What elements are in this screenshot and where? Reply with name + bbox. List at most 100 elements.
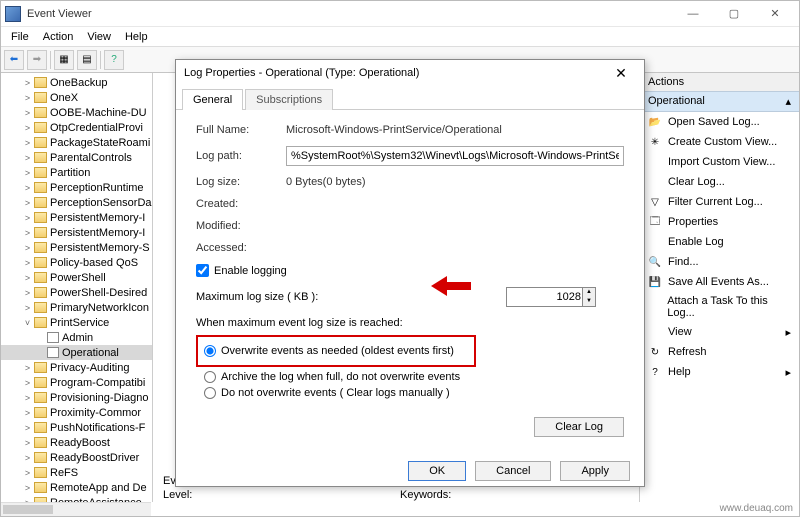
action-icon: 🗔 (648, 215, 662, 229)
menu-help[interactable]: Help (119, 29, 154, 45)
tree-item[interactable]: >PersistentMemory-S (1, 240, 152, 255)
tree-item[interactable]: >RemoteApp and De (1, 480, 152, 495)
collapse-icon[interactable]: ▴ (785, 95, 791, 108)
menu-view[interactable]: View (81, 29, 117, 45)
menu-action[interactable]: Action (37, 29, 80, 45)
enable-logging-label: Enable logging (214, 265, 287, 277)
action-item[interactable]: Clear Log... (640, 172, 799, 192)
tree-item[interactable]: >PackageStateRoami (1, 135, 152, 150)
dialog-title: Log Properties - Operational (Type: Oper… (184, 67, 606, 79)
window-title: Event Viewer (27, 8, 673, 20)
maximize-button[interactable]: ▢ (714, 4, 754, 24)
action-item[interactable]: View▸ (640, 322, 799, 342)
logsize-value: 0 Bytes(0 bytes) (286, 176, 624, 188)
forward-button[interactable]: ➡ (27, 50, 47, 70)
action-item[interactable]: Attach a Task To this Log... (640, 292, 799, 322)
logsize-label: Log size: (196, 176, 286, 188)
app-icon (5, 6, 21, 22)
tree-item[interactable]: >PowerShell (1, 270, 152, 285)
action-icon (648, 155, 662, 169)
tree-item[interactable]: >ReadyBoost (1, 435, 152, 450)
annotation-arrow-icon (431, 274, 471, 298)
back-button[interactable]: ⬅ (4, 50, 24, 70)
action-item[interactable]: Enable Log (640, 232, 799, 252)
menu-file[interactable]: File (5, 29, 35, 45)
menu-bar: File Action View Help (1, 27, 799, 47)
actions-group[interactable]: Operational▴ (640, 91, 799, 112)
when-max-label: When maximum event log size is reached: (196, 317, 624, 329)
tool-icon[interactable]: ▦ (54, 50, 74, 70)
title-bar: Event Viewer — ▢ ✕ (1, 1, 799, 27)
maxsize-spinner[interactable]: 1028▲▼ (506, 287, 596, 307)
tree-item[interactable]: >Policy-based QoS (1, 255, 152, 270)
fullname-value: Microsoft-Windows-PrintService/Operation… (286, 124, 624, 136)
tree-item[interactable]: ˅PrintService (1, 315, 152, 330)
action-item[interactable]: ✳Create Custom View... (640, 132, 799, 152)
action-item[interactable]: 🗔Properties (640, 212, 799, 232)
tab-general[interactable]: General (182, 89, 243, 110)
dialog-close-button[interactable]: ✕ (606, 63, 636, 83)
action-item[interactable]: 💾Save All Events As... (640, 272, 799, 292)
tree-item[interactable]: >ReFS (1, 465, 152, 480)
spin-up-icon: ▲ (583, 288, 595, 297)
tree-item[interactable]: >PrimaryNetworkIcon (1, 300, 152, 315)
tree-item[interactable]: >Partition (1, 165, 152, 180)
tree-item[interactable]: Admin (1, 330, 152, 345)
tree-item[interactable]: >PersistentMemory-I (1, 210, 152, 225)
tree-item[interactable]: >PowerShell-Desired (1, 285, 152, 300)
tree-item[interactable]: >PerceptionSensorDa (1, 195, 152, 210)
tree-item[interactable]: >RemoteAssistance (1, 495, 152, 502)
action-icon (648, 300, 661, 314)
spin-down-icon: ▼ (583, 297, 595, 306)
apply-button[interactable]: Apply (560, 461, 630, 481)
created-label: Created: (196, 198, 286, 210)
action-icon: ✳ (648, 135, 662, 149)
action-icon: ▽ (648, 195, 662, 209)
radio-archive[interactable] (204, 371, 216, 383)
tree-item[interactable]: Operational (1, 345, 152, 360)
nav-tree[interactable]: >OneBackup>OneX>OOBE-Machine-DU>OtpCrede… (1, 73, 153, 502)
log-properties-dialog: Log Properties - Operational (Type: Oper… (175, 59, 645, 487)
tree-item[interactable]: >OneX (1, 90, 152, 105)
action-item[interactable]: ▽Filter Current Log... (640, 192, 799, 212)
tab-subscriptions[interactable]: Subscriptions (245, 89, 333, 110)
tree-item[interactable]: >ParentalControls (1, 150, 152, 165)
tree-item[interactable]: >PersistentMemory-I (1, 225, 152, 240)
tool-icon[interactable]: ▤ (77, 50, 97, 70)
action-icon: 📂 (648, 115, 662, 129)
action-item[interactable]: 📂Open Saved Log... (640, 112, 799, 132)
tree-item[interactable]: >ReadyBoostDriver (1, 450, 152, 465)
radio-highlight: Overwrite events as needed (oldest event… (196, 335, 476, 367)
help-icon[interactable]: ? (104, 50, 124, 70)
minimize-button[interactable]: — (673, 4, 713, 24)
tree-item[interactable]: >Proximity-Commor (1, 405, 152, 420)
tree-item[interactable]: >OtpCredentialProvi (1, 120, 152, 135)
radio-manual[interactable] (204, 387, 216, 399)
tree-item[interactable]: >Privacy-Auditing (1, 360, 152, 375)
action-item[interactable]: ?Help▸ (640, 362, 799, 382)
tree-item[interactable]: >Provisioning-Diagno (1, 390, 152, 405)
ok-button[interactable]: OK (408, 461, 466, 481)
tree-item[interactable]: >OOBE-Machine-DU (1, 105, 152, 120)
cancel-button[interactable]: Cancel (475, 461, 551, 481)
radio-overwrite[interactable] (204, 345, 216, 357)
logpath-input[interactable] (286, 146, 624, 166)
tree-item[interactable]: >PerceptionRuntime (1, 180, 152, 195)
action-icon (648, 325, 662, 339)
action-item[interactable]: 🔍Find... (640, 252, 799, 272)
tree-scrollbar[interactable] (1, 502, 151, 516)
fullname-label: Full Name: (196, 124, 286, 136)
action-item[interactable]: ↻Refresh (640, 342, 799, 362)
action-icon (648, 235, 662, 249)
tree-item[interactable]: >PushNotifications-F (1, 420, 152, 435)
maxsize-label: Maximum log size ( KB ): (196, 291, 356, 303)
accessed-label: Accessed: (196, 242, 286, 254)
action-icon: ↻ (648, 345, 662, 359)
tree-item[interactable]: >Program-Compatibi (1, 375, 152, 390)
modified-label: Modified: (196, 220, 286, 232)
enable-logging-checkbox[interactable] (196, 264, 209, 277)
close-button[interactable]: ✕ (755, 4, 795, 24)
clear-log-button[interactable]: Clear Log (534, 417, 624, 437)
action-item[interactable]: Import Custom View... (640, 152, 799, 172)
tree-item[interactable]: >OneBackup (1, 75, 152, 90)
